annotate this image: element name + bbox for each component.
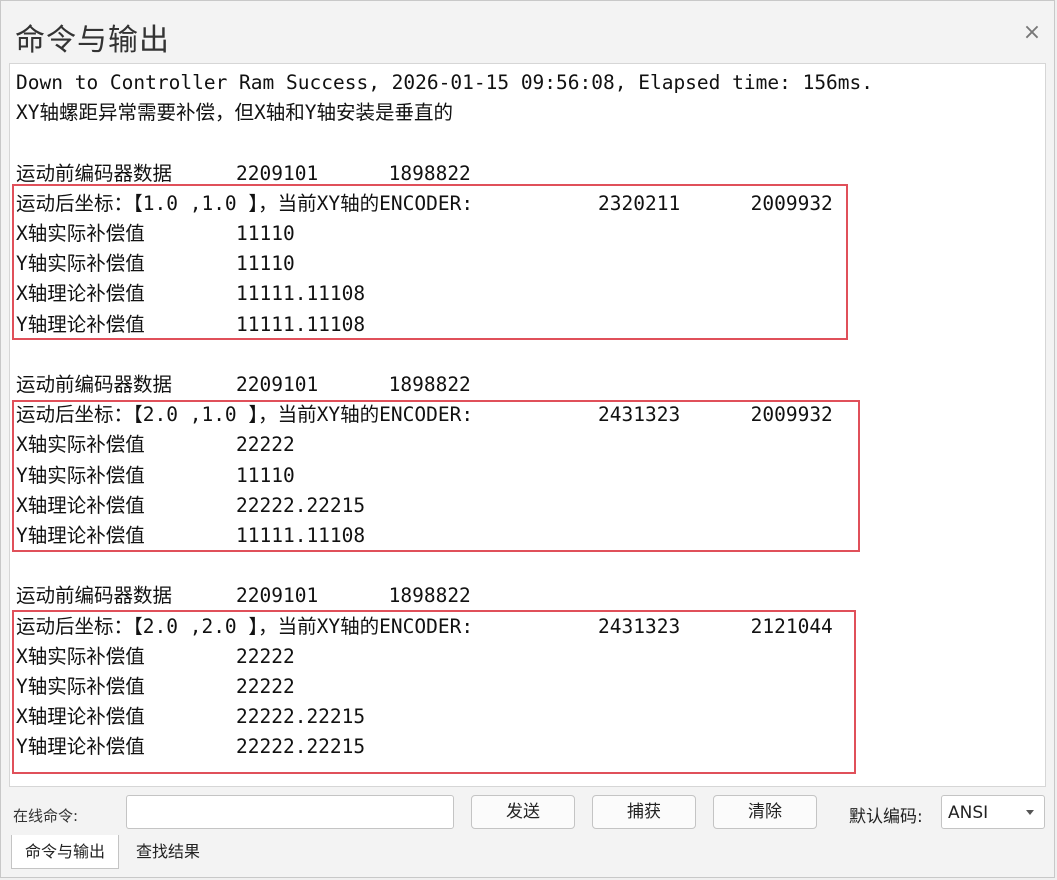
- output-line-label: X轴理论补偿值: [16, 282, 145, 306]
- bottom-tab-bar: 命令与输出 查找结果: [1, 835, 1054, 875]
- output-line-value: 2209101 1898822: [236, 584, 471, 608]
- output-line-label: Y轴实际补偿值: [16, 463, 145, 487]
- output-line-value: 2431323 2009932: [598, 403, 833, 427]
- output-line-label: Y轴实际补偿值: [16, 675, 145, 698]
- send-button[interactable]: 发送: [471, 795, 575, 829]
- title-bar[interactable]: 命令与输出 ×: [1, 1, 1054, 63]
- output-line-value: 2209101 1898822: [236, 161, 471, 185]
- output-line-label: X轴实际补偿值: [16, 644, 145, 668]
- output-line-value: 11110: [236, 222, 295, 245]
- output-line-label: 运动后坐标：【1.0 ,1.0 】，当前XY轴的ENCODER:: [16, 191, 474, 215]
- output-line-value: 22222.22215: [236, 493, 366, 517]
- output-line-value: 2320211 2009932: [598, 191, 833, 215]
- output-line-value: 11111.11108: [236, 312, 366, 336]
- output-line-label: Y轴理论补偿值: [16, 735, 145, 759]
- output-line-value: 22222.22215: [236, 705, 366, 729]
- output-line-label: Y轴理论补偿值: [16, 524, 145, 547]
- output-line: XY轴螺距异常需要补偿，但X轴和Y轴安装是垂直的: [16, 101, 453, 125]
- encoding-label: 默认编码:: [849, 807, 923, 827]
- output-line-value: 11110: [236, 252, 295, 276]
- command-input[interactable]: [126, 795, 454, 829]
- output-line-label: 运动后坐标：【2.0 ,1.0 】，当前XY轴的ENCODER:: [16, 403, 474, 427]
- command-label: 在线命令:: [13, 807, 79, 825]
- output-line-value: 2209101 1898822: [236, 373, 471, 396]
- output-panel[interactable]: Down to Controller Ram Success, 2026-01-…: [9, 63, 1046, 787]
- output-line-label: 运动前编码器数据: [16, 373, 173, 396]
- output-line: Down to Controller Ram Success, 2026-01-…: [16, 71, 874, 94]
- output-line-value: 22222.22215: [236, 735, 366, 759]
- output-line-value: 2431323 2121044: [598, 614, 833, 638]
- output-line-value: 11111.11108: [236, 282, 366, 306]
- capture-button[interactable]: 捕获: [592, 795, 696, 829]
- output-line-label: X轴实际补偿值: [16, 433, 145, 457]
- output-line-label: 运动前编码器数据: [16, 161, 173, 185]
- output-line-value: 11111.11108: [236, 524, 366, 547]
- close-icon[interactable]: ×: [1022, 22, 1042, 44]
- output-line-label: Y轴实际补偿值: [16, 252, 145, 276]
- encoding-value: ANSI: [948, 803, 989, 823]
- command-output-window: 命令与输出 × Down to Controller Ram Success, …: [0, 0, 1055, 878]
- tab-search-results[interactable]: 查找结果: [123, 835, 213, 869]
- output-line-label: 运动后坐标：【2.0 ,2.0 】，当前XY轴的ENCODER:: [16, 614, 474, 638]
- output-line-value: 11110: [236, 463, 295, 487]
- output-line-label: X轴理论补偿值: [16, 493, 145, 517]
- clear-button[interactable]: 清除: [713, 795, 817, 829]
- output-line-value: 22222: [236, 433, 295, 457]
- window-title: 命令与输出: [15, 23, 170, 58]
- output-line-label: X轴理论补偿值: [16, 705, 145, 729]
- encoding-select[interactable]: ANSI: [941, 795, 1045, 829]
- output-line-label: X轴实际补偿值: [16, 222, 145, 245]
- output-line-label: Y轴理论补偿值: [16, 312, 145, 336]
- output-line-value: 22222: [236, 675, 295, 698]
- command-bar: 在线命令: 发送 捕获 清除 默认编码: ANSI: [1, 791, 1054, 835]
- output-line-value: 22222: [236, 644, 295, 668]
- tab-command-output[interactable]: 命令与输出: [11, 835, 119, 869]
- output-line-label: 运动前编码器数据: [16, 584, 173, 608]
- chevron-down-icon: [1026, 810, 1034, 815]
